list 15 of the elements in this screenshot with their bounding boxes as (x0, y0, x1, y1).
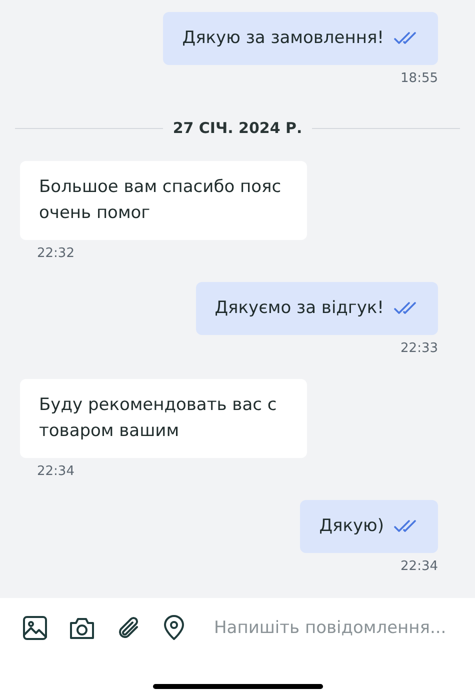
message-text: Дякую) (319, 515, 384, 538)
message-text: Большое вам спасибо пояс очень помог (39, 176, 282, 225)
date-separator: 27 СІЧ. 2024 Р. (172, 119, 302, 137)
message-input[interactable]: Напишіть повідомлення... (214, 618, 475, 638)
message-time: 22:33 (400, 341, 438, 357)
message-time: 22:34 (37, 464, 74, 480)
message-time: 18:55 (400, 71, 438, 87)
message-text: Буду рекомендовать вас с товаром вашим (39, 394, 278, 443)
camera-icon[interactable] (69, 616, 95, 640)
message-time: 22:32 (37, 246, 74, 262)
message-time: 22:34 (400, 559, 438, 575)
message-text: Дякую за замовлення! (182, 27, 384, 50)
image-icon[interactable] (22, 615, 48, 641)
location-pin-icon[interactable] (163, 615, 185, 641)
message-text: Дякуємо за відгук! (214, 297, 384, 320)
